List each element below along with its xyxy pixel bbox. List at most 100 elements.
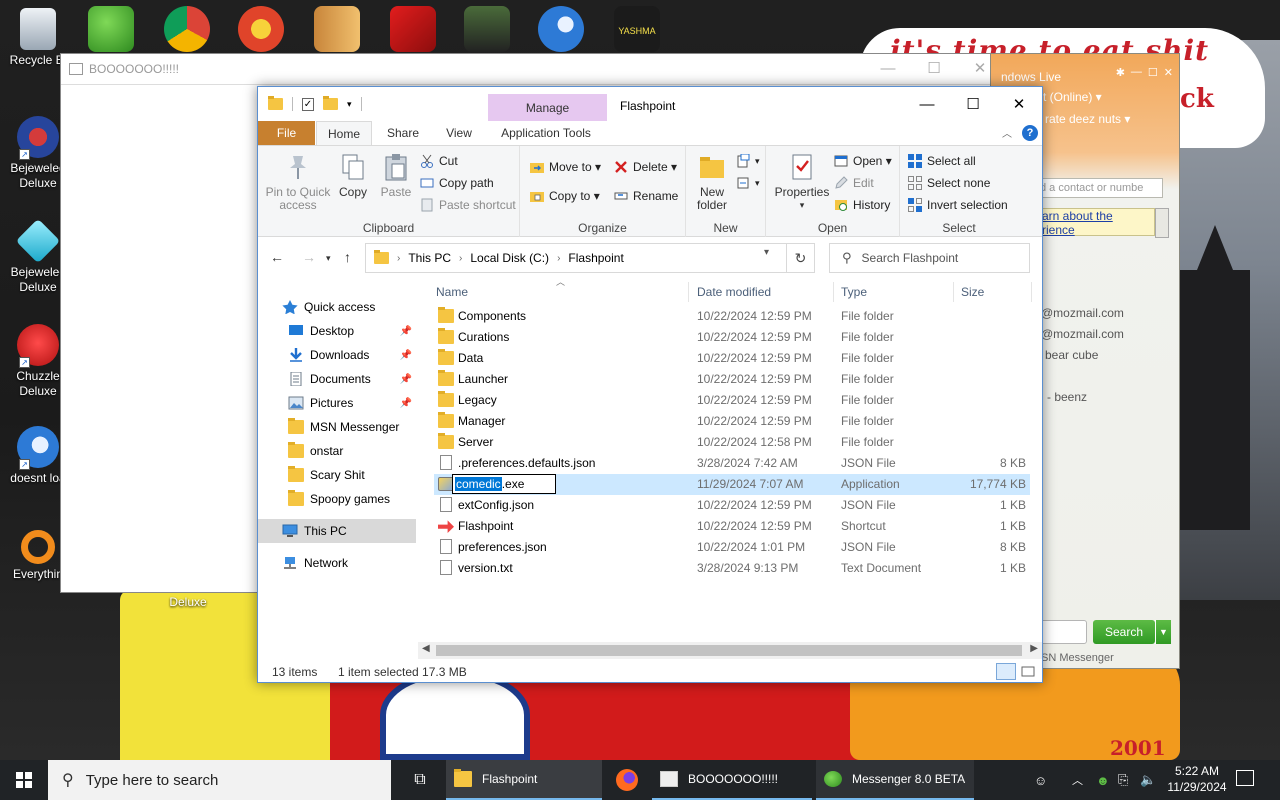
messenger-search-dropdown-icon[interactable]: ▼: [1155, 620, 1171, 644]
yashma-icon[interactable]: YASHMA: [614, 6, 660, 52]
column-header-type[interactable]: Type: [841, 279, 867, 305]
file-row[interactable]: version.txt 3/28/2024 9:13 PM Text Documen…: [434, 558, 1030, 579]
details-view-icon[interactable]: [996, 663, 1016, 680]
tab-view[interactable]: View: [434, 121, 484, 145]
new-item-button[interactable]: ▾: [736, 153, 760, 168]
up-arrow-icon[interactable]: ↑: [344, 249, 351, 265]
column-header-date[interactable]: Date modified: [697, 279, 771, 305]
msn-tray-icon[interactable]: ☻: [1096, 760, 1110, 800]
column-header-size[interactable]: Size: [961, 279, 984, 305]
tab-file[interactable]: File: [258, 121, 315, 145]
help-icon[interactable]: ?: [1022, 125, 1038, 141]
messenger-scrollbar[interactable]: [1155, 208, 1169, 238]
nav-msn-messenger[interactable]: MSN Messenger: [288, 415, 416, 439]
nav-this-pc[interactable]: This PC: [258, 519, 416, 543]
horizontal-scrollbar[interactable]: ◀ ▶: [418, 642, 1042, 659]
file-row[interactable]: Data 10/22/2024 12:59 PM File folder: [434, 348, 1030, 369]
nav-quick-access[interactable]: Quick access: [282, 295, 416, 319]
messenger-settings-icon[interactable]: ✱: [1116, 66, 1125, 79]
paste-button[interactable]: Paste: [376, 152, 416, 199]
tab-application-tools[interactable]: Application Tools: [490, 121, 602, 145]
easy-access-button[interactable]: ▾: [736, 176, 760, 190]
edit-button[interactable]: Edit: [834, 176, 874, 190]
people-icon[interactable]: ☺: [1034, 760, 1047, 800]
forward-arrow-icon[interactable]: →: [302, 249, 316, 265]
taskbar-app-messenger[interactable]: Messenger 8.0 BETA: [816, 760, 974, 800]
pin-quick-access-button[interactable]: Pin to Quick access: [264, 152, 332, 212]
messenger-maximize-button[interactable]: ☐: [1148, 66, 1158, 79]
copy-button[interactable]: Copy: [334, 152, 372, 199]
open-button[interactable]: Open ▾: [834, 154, 892, 168]
nav-spoopy-games[interactable]: Spoopy games: [288, 487, 416, 511]
file-row[interactable]: Flashpoint 10/22/2024 12:59 PM Shortcut 1 K…: [434, 516, 1030, 537]
file-row[interactable]: Curations 10/22/2024 12:59 PM File folder: [434, 327, 1030, 348]
breadcrumb-this-pc[interactable]: This PC: [408, 251, 451, 265]
breadcrumb-separator-icon[interactable]: ›: [459, 253, 462, 264]
taskbar-app-flashpoint[interactable]: Flashpoint: [446, 760, 602, 800]
file-row[interactable]: .preferences.defaults.json 3/28/2024 7:42…: [434, 453, 1030, 474]
pin-icon[interactable]: 📌: [400, 326, 412, 337]
notification-center-icon[interactable]: [1236, 770, 1254, 786]
properties-button[interactable]: Properties ▾: [772, 152, 832, 212]
booo-maximize-button[interactable]: ☐: [911, 54, 957, 82]
booo-minimize-button[interactable]: —: [865, 54, 911, 82]
move-to-button[interactable]: Move to ▾: [530, 160, 601, 174]
ribbon-collapse-icon[interactable]: ︿: [1002, 125, 1012, 140]
file-row[interactable]: Launcher 10/22/2024 12:59 PM File folder: [434, 369, 1030, 390]
thunderbird-icon[interactable]: [538, 6, 584, 52]
taskbar-clock[interactable]: 5:22 AM 11/29/2024: [1160, 763, 1234, 795]
learn-more-link[interactable]: arn about the rience: [1035, 208, 1155, 237]
explorer-minimize-button[interactable]: —: [904, 87, 950, 121]
nav-downloads[interactable]: Downloads 📌: [288, 343, 416, 367]
shield-game-icon[interactable]: [464, 6, 510, 52]
taskbar-app-firefox[interactable]: [608, 760, 648, 800]
volume-icon[interactable]: 🔈: [1140, 760, 1156, 800]
file-row[interactable]: extConfig.json 10/22/2024 12:59 PM JSON Fi…: [434, 495, 1030, 516]
scrollbar-thumb[interactable]: [436, 645, 1022, 656]
history-button[interactable]: History: [834, 198, 890, 212]
messenger-minimize-button[interactable]: —: [1131, 66, 1142, 79]
contact-item[interactable]: @mozmail.com: [1041, 327, 1124, 341]
explorer-maximize-button[interactable]: ☐: [950, 87, 996, 121]
file-explorer-window[interactable]: ✓ ▾ Manage Flashpoint — ☐ ✕ File Home Sh…: [257, 86, 1043, 683]
explorer-titlebar[interactable]: ✓ ▾ Manage Flashpoint — ☐ ✕: [258, 87, 1042, 122]
breadcrumb-separator-icon[interactable]: ›: [397, 253, 400, 264]
qat-dropdown-icon[interactable]: ▾: [347, 99, 352, 110]
contact-item[interactable]: @mozmail.com: [1041, 306, 1124, 320]
breadcrumb-separator-icon[interactable]: ›: [557, 253, 560, 264]
file-row[interactable]: Components 10/22/2024 12:59 PM File folder: [434, 306, 1030, 327]
delete-button[interactable]: Delete ▾: [614, 160, 677, 174]
start-button[interactable]: [0, 760, 48, 800]
large-icons-view-icon[interactable]: [1018, 663, 1038, 680]
nav-scary-shit[interactable]: Scary Shit: [288, 463, 416, 487]
back-arrow-icon[interactable]: ←: [270, 249, 284, 265]
copy-path-button[interactable]: Copy path: [420, 176, 494, 190]
scroll-left-icon[interactable]: ◀: [422, 643, 430, 654]
network-tray-icon[interactable]: ⎘: [1118, 760, 1128, 800]
messenger-close-button[interactable]: ✕: [1164, 66, 1173, 79]
rename-button[interactable]: Rename: [614, 189, 678, 203]
add-contact-input[interactable]: d a contact or numbe: [1035, 178, 1163, 198]
pin-icon[interactable]: 📌: [400, 374, 412, 385]
nav-documents[interactable]: Documents 📌: [288, 367, 416, 391]
task-view-icon[interactable]: ⧉: [400, 760, 440, 800]
explorer-close-button[interactable]: ✕: [996, 87, 1042, 121]
pinball-icon[interactable]: [238, 6, 284, 52]
messenger-status[interactable]: t (Online) ▾: [1043, 90, 1102, 104]
manage-contextual-tab[interactable]: Manage: [488, 94, 607, 122]
chrome-icon[interactable]: [164, 6, 210, 52]
properties-qat-icon[interactable]: ✓: [302, 97, 314, 111]
address-dropdown-icon[interactable]: ▾: [764, 247, 769, 258]
pin-icon[interactable]: 📌: [400, 398, 412, 409]
nav-desktop[interactable]: Desktop 📌: [288, 319, 416, 343]
pin-icon[interactable]: 📌: [400, 350, 412, 361]
msn-buddies-icon[interactable]: [88, 6, 134, 52]
tab-home[interactable]: Home: [316, 121, 372, 146]
messenger-search-button[interactable]: Search: [1093, 620, 1155, 644]
file-row[interactable]: Manager 10/22/2024 12:59 PM File folder: [434, 411, 1030, 432]
flash-icon[interactable]: [390, 6, 436, 52]
invert-selection-button[interactable]: Invert selection: [908, 198, 1008, 212]
booo-titlebar[interactable]: BOOOOOOO!!!!!: [61, 54, 1003, 84]
file-row[interactable]: Server 10/22/2024 12:58 PM File folder: [434, 432, 1030, 453]
new-folder-button[interactable]: New folder: [690, 152, 734, 212]
